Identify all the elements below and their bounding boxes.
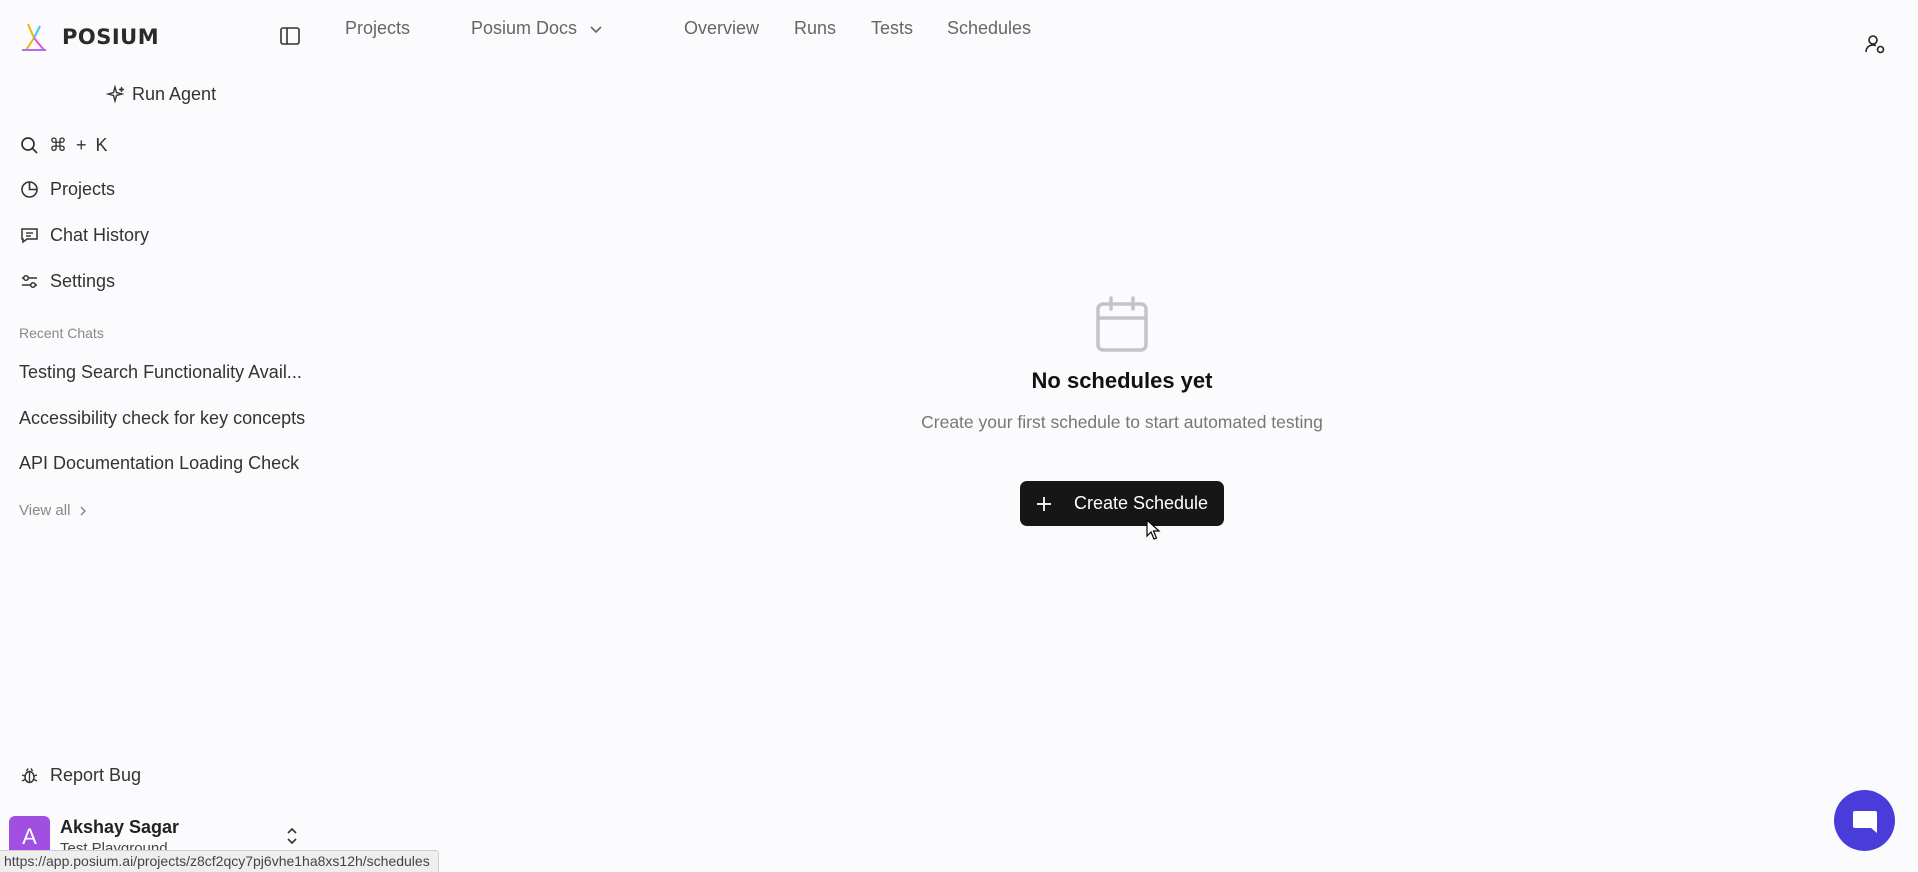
sidebar-toggle-icon[interactable] <box>279 25 301 47</box>
view-all-label: View all <box>19 502 71 519</box>
pie-chart-icon <box>21 181 38 198</box>
chevrons-up-down-icon[interactable] <box>283 826 301 846</box>
chat-bubble-icon <box>1852 810 1877 833</box>
recent-chat-item[interactable]: Accessibility check for key concepts <box>19 408 305 429</box>
nav-overview[interactable]: Overview <box>684 18 759 39</box>
sidebar-item-chat-history[interactable]: Chat History <box>20 225 149 246</box>
brand-logo[interactable]: POSIUM <box>18 20 159 54</box>
report-bug-label: Report Bug <box>50 765 142 785</box>
sidebar-item-label: Settings <box>50 271 116 291</box>
empty-state-title: No schedules yet <box>1031 368 1213 393</box>
workspace-dropdown[interactable]: Posium Docs <box>471 18 603 39</box>
sidebar-item-settings[interactable]: Settings <box>20 271 115 292</box>
chevron-right-icon <box>80 505 87 516</box>
view-all-link[interactable]: View all <box>19 502 88 519</box>
empty-state-description: Create your first schedule to start auto… <box>921 412 1323 432</box>
mouse-cursor-icon <box>1146 519 1161 540</box>
nav-projects[interactable]: Projects <box>345 18 410 39</box>
report-bug-button[interactable]: Report Bug <box>20 765 141 786</box>
recent-chats-heading: Recent Chats <box>19 325 104 341</box>
bug-icon <box>21 768 38 784</box>
sidebar-item-projects[interactable]: Projects <box>20 179 115 200</box>
sidebar-item-label: Chat History <box>50 225 150 245</box>
create-schedule-button[interactable]: Create Schedule <box>1020 481 1224 526</box>
nav-tests[interactable]: Tests <box>871 18 913 39</box>
calendar-icon <box>1096 296 1148 352</box>
workspace-label: Posium Docs <box>471 18 578 38</box>
nav-runs[interactable]: Runs <box>794 18 836 39</box>
status-bar-url: https://app.posium.ai/projects/z8cf2qcy7… <box>0 850 439 872</box>
brand-name: POSIUM <box>62 25 160 49</box>
sparkles-icon <box>106 84 125 104</box>
sidebar-item-label: Projects <box>50 179 116 199</box>
user-settings-icon[interactable] <box>1864 33 1886 55</box>
create-schedule-label: Create Schedule <box>1073 493 1209 513</box>
search-shortcut: ⌘ + K <box>49 135 110 155</box>
recent-chat-item[interactable]: API Documentation Loading Check <box>19 453 299 474</box>
run-agent-label: Run Agent <box>132 84 217 104</box>
posium-logo-icon <box>22 23 46 51</box>
chevron-down-icon <box>590 25 602 33</box>
recent-chat-item[interactable]: Testing Search Functionality Avail... <box>19 362 302 383</box>
message-icon <box>21 228 38 244</box>
nav-schedules[interactable]: Schedules <box>947 18 1031 39</box>
search-command[interactable]: ⌘ + K <box>20 135 110 156</box>
account-name: Akshay Sagar <box>60 816 180 837</box>
sliders-icon <box>22 274 37 289</box>
support-chat-button[interactable] <box>1834 790 1895 851</box>
run-agent-button[interactable]: Run Agent <box>106 84 216 105</box>
search-icon <box>21 137 38 154</box>
empty-state: No schedules yet Create your first sched… <box>900 296 1344 433</box>
plus-icon <box>1036 496 1051 511</box>
